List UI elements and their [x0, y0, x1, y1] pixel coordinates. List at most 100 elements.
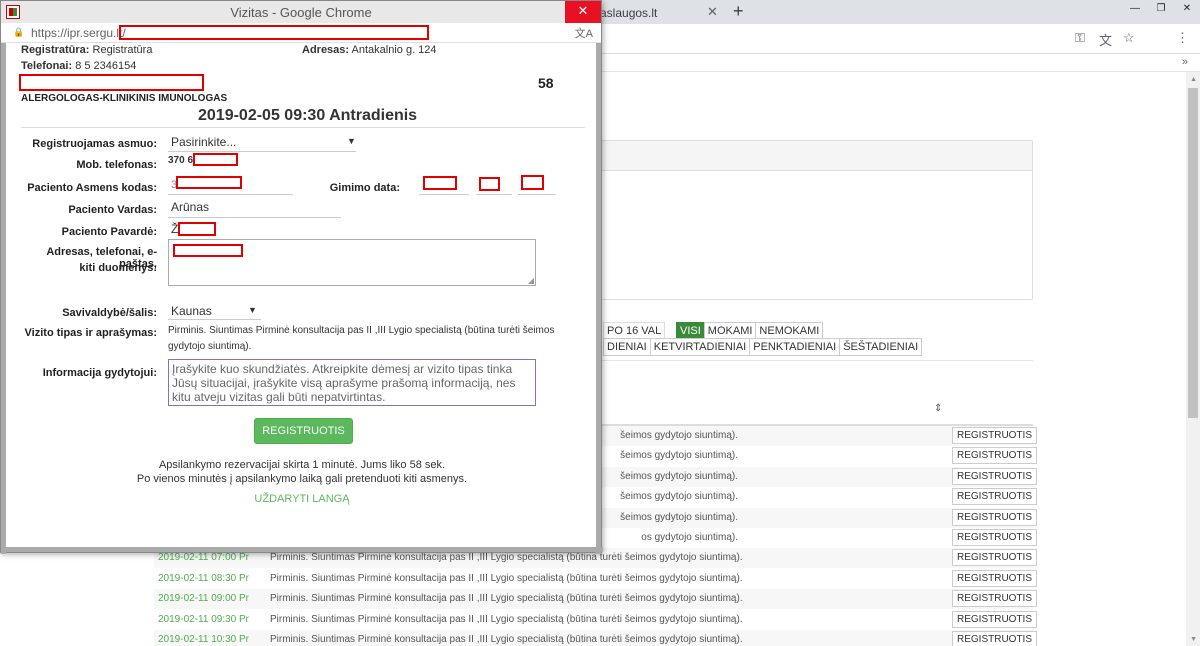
input-underline — [168, 217, 341, 218]
telefonai-value: 8 5 2346154 — [75, 60, 137, 72]
row-register-button[interactable]: REGISTRUOTIS — [952, 569, 1038, 587]
divider — [21, 127, 585, 128]
background-tab-title: aslaugos.lt — [600, 6, 658, 20]
sort-icon[interactable]: ⇕ — [934, 403, 942, 414]
registratura-value: Registratūra — [92, 44, 153, 56]
popup-close-button[interactable]: ✕ — [565, 1, 601, 23]
doctor-info-textarea[interactable]: Įrašykite kuo skundžiatės. Atkreipkite d… — [168, 359, 536, 406]
reservation-notice: Po vienos minutės į apsilankymo laiką ga… — [136, 473, 468, 485]
birth-year-input[interactable] — [423, 176, 457, 190]
restore-icon[interactable]: ❐ — [1148, 0, 1174, 20]
visit-description: šeimos gydytojo siuntimą). — [620, 450, 738, 462]
divider — [598, 360, 1033, 361]
visit-datetime: 2019-02-11 09:00 Pr — [158, 593, 249, 605]
redaction-box — [178, 222, 216, 236]
redaction-box — [173, 244, 243, 257]
row-register-button[interactable]: REGISTRUOTIS — [952, 549, 1038, 567]
key-icon[interactable]: ⚿ — [1075, 30, 1085, 46]
visit-description: šeimos gydytojo siuntimą). — [620, 470, 738, 482]
row-register-button[interactable]: REGISTRUOTIS — [952, 427, 1038, 444]
last-name-label: Paciento Pavardė: — [61, 226, 157, 238]
window-controls: — ❐ ✕ — [1122, 0, 1200, 20]
popup-window: Vizitas - Google Chrome ✕ 🔒 https://ipr.… — [0, 0, 603, 554]
translate-icon[interactable]: 文 — [1099, 30, 1112, 49]
lock-icon: 🔒 — [13, 27, 25, 37]
registratura-label: Registratūra: — [21, 44, 90, 56]
scrollbar-thumb[interactable] — [1188, 88, 1198, 418]
bookmarks-overflow-icon[interactable]: » — [1182, 56, 1188, 68]
appointment-datetime: 2019-02-05 09:30 Antradienis — [198, 107, 418, 124]
popup-url-bar[interactable]: 🔒 https://ipr.sergu.lt/ 文A — [1, 23, 601, 43]
day-filter-button[interactable]: ŠEŠTADIENIAI — [839, 338, 923, 356]
day-filter-button[interactable]: KETVIRTADIENIAI — [649, 338, 751, 356]
scroll-down-icon[interactable]: ▼ — [1190, 636, 1197, 643]
specialty-title: ALERGOLOGAS-KLINIKINIS IMUNOLOGAS — [21, 93, 228, 104]
row-register-button[interactable]: REGISTRUOTIS — [952, 590, 1038, 608]
bookmark-star-icon[interactable]: ☆ — [1123, 30, 1135, 46]
adresas-value: Antakalnio g. 124 — [351, 44, 437, 56]
day-filter-button[interactable]: PENKTADIENIAI — [749, 338, 841, 356]
row-register-button[interactable]: REGISTRUOTIS — [952, 610, 1038, 628]
visit-description: Pirminis. Siuntimas Pirminė konsultacija… — [270, 552, 743, 564]
visit-description: šeimos gydytojo siuntimą). — [620, 430, 738, 441]
new-tab-icon[interactable]: + — [733, 1, 744, 22]
visit-description: šeimos gydytojo siuntimą). — [620, 511, 738, 523]
chevron-down-icon[interactable]: ▼ — [347, 136, 356, 146]
day-filter-button[interactable]: DIENIAI — [603, 338, 651, 356]
background-panel-header — [561, 141, 1032, 171]
menu-kebab-icon[interactable]: ⋮ — [1176, 30, 1189, 46]
telefonai-label: Telefonai: — [21, 60, 73, 72]
visit-datetime: 2019-02-11 09:30 Pr — [158, 613, 249, 625]
municipality-label: Savivaldybė/šalis: — [62, 307, 157, 319]
personal-code-label: Paciento Asmens kodas: — [27, 182, 157, 194]
minimize-icon[interactable]: — — [1122, 0, 1148, 20]
visit-description: Pirminis. Siuntimas Pirminė konsultacija… — [270, 593, 743, 605]
resize-grip-icon[interactable]: ◢ — [528, 276, 534, 285]
chevron-down-icon[interactable]: ▼ — [248, 305, 257, 315]
visit-description: šeimos gydytojo siuntimą). — [620, 491, 738, 503]
row-register-button[interactable]: REGISTRUOTIS — [952, 529, 1038, 546]
birth-day-input[interactable] — [521, 175, 544, 190]
day-filter-group: DIENIAI KETVIRTADIENIAI PENKTADIENIAI ŠEŠTA… — [603, 338, 923, 356]
row-register-button[interactable]: REGISTRUOTIS — [952, 631, 1038, 646]
close-window-link[interactable]: UŽDARYTI LANGĄ — [6, 493, 598, 505]
popup-url-text: https://ipr.sergu.lt/ — [31, 26, 126, 40]
scroll-up-icon[interactable]: ▲ — [1190, 76, 1197, 83]
popup-title-bar[interactable]: Vizitas - Google Chrome ✕ — [1, 1, 601, 23]
person-label: Registruojamas asmuo: — [32, 138, 157, 150]
table-row: 2019-02-11 08:30 Pr Pirminis. Siuntimas P… — [154, 569, 1038, 589]
person-select[interactable]: Pasirinkite... — [171, 135, 236, 149]
background-panel — [560, 140, 1033, 300]
phone-input[interactable]: 370 6 — [168, 155, 193, 166]
adresas-info: Adresas: Antakalnio g. 124 — [302, 44, 437, 56]
visit-type-line2: gydytojo siuntimą). — [168, 341, 252, 352]
municipality-select[interactable]: Kaunas — [171, 304, 212, 318]
tab-close-icon[interactable]: ✕ — [707, 4, 718, 20]
register-submit-button[interactable]: REGISTRUOTIS — [254, 418, 353, 444]
translate-icon[interactable]: 文A — [575, 25, 593, 41]
row-register-button[interactable]: REGISTRUOTIS — [952, 508, 1038, 526]
redaction-box — [19, 74, 204, 91]
doctor-number: 58 — [538, 75, 554, 91]
registratura-info: Registratūra: Registratūra — [21, 44, 152, 56]
table-row: 2019-02-11 10:30 Pr Pirminis. Siuntimas P… — [154, 630, 1038, 646]
timer-notice: Apsilankymo rezervacijai skirta 1 minutė… — [158, 459, 446, 471]
redaction-box — [193, 153, 238, 166]
birth-month-input[interactable] — [479, 177, 500, 191]
visit-description: Pirminis. Siuntimas Pirminė konsultacija… — [270, 613, 743, 625]
phone-label: Mob. telefonas: — [76, 159, 157, 171]
input-underline — [419, 194, 469, 195]
visit-description: Pirminis. Siuntimas Pirminė konsultacija… — [270, 634, 743, 645]
first-name-input[interactable]: Arūnas — [171, 200, 209, 214]
input-underline — [168, 194, 293, 195]
birth-date-label: Gimimo data: — [329, 182, 400, 194]
visit-type-line1: Pirminis. Siuntimas Pirminė konsultacija… — [168, 325, 555, 336]
visit-datetime: 2019-02-11 10:30 Pr — [158, 634, 249, 645]
row-register-button[interactable]: REGISTRUOTIS — [952, 447, 1038, 465]
row-register-button[interactable]: REGISTRUOTIS — [952, 467, 1038, 485]
row-register-button[interactable]: REGISTRUOTIS — [952, 488, 1038, 506]
popup-content: Registratūra: Registratūra Adresas: Anta… — [6, 43, 598, 550]
telefonai-info: Telefonai: 8 5 2346154 — [21, 60, 136, 72]
window-close-icon[interactable]: ✕ — [1174, 0, 1200, 20]
select-underline — [168, 151, 356, 152]
